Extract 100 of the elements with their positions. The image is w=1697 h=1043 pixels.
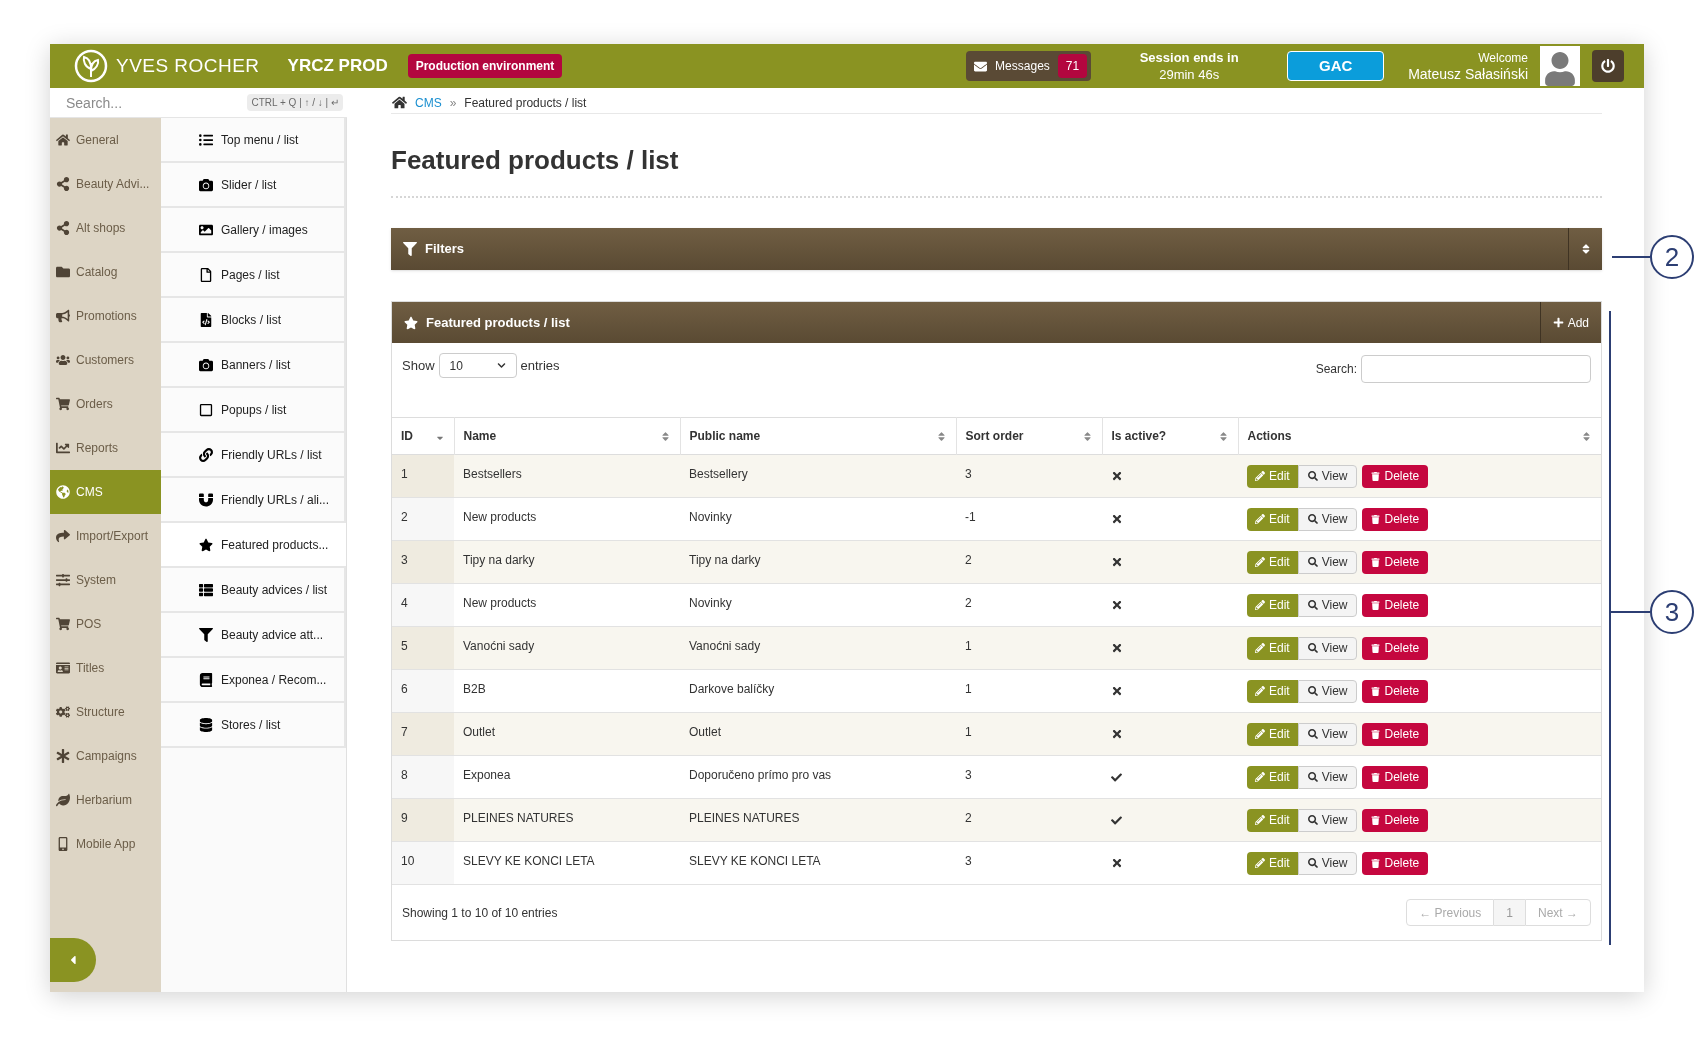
leader-line	[1611, 611, 1650, 613]
submenu-item[interactable]: Featured products...	[161, 523, 346, 568]
trash-icon	[1371, 772, 1381, 782]
view-button[interactable]: View	[1297, 593, 1358, 617]
avatar-icon	[1540, 46, 1580, 86]
submenu-item[interactable]: Stores / list	[161, 703, 346, 748]
submenu-item[interactable]: Popups / list	[161, 388, 346, 433]
submenu-item[interactable]: Beauty advices / list	[161, 568, 346, 613]
table-cell: Outlet	[680, 712, 956, 756]
gears-icon	[56, 705, 70, 719]
table-cell: 9	[392, 798, 454, 842]
power-button[interactable]	[1592, 50, 1624, 82]
menu-item[interactable]: Mobile App	[50, 822, 161, 866]
table-cell: Bestsellers	[454, 454, 680, 498]
cart-icon	[56, 397, 70, 411]
asterisk-icon	[56, 749, 70, 763]
table-cell: 3	[956, 454, 1102, 498]
column-header[interactable]: Name	[454, 417, 680, 455]
breadcrumb-current: Featured products / list	[464, 94, 587, 112]
breadcrumb-separator: »	[449, 94, 457, 112]
delete-button[interactable]: Delete	[1362, 765, 1429, 789]
edit-button[interactable]: Edit	[1247, 808, 1298, 832]
column-header[interactable]: Is active?	[1102, 417, 1238, 455]
search-icon	[1307, 815, 1318, 825]
column-header[interactable]: Actions	[1238, 417, 1601, 455]
view-button[interactable]: View	[1297, 464, 1358, 488]
add-button[interactable]: Add	[1539, 302, 1601, 343]
table-cell: 2	[392, 497, 454, 541]
edit-button[interactable]: Edit	[1247, 679, 1298, 703]
breadcrumb-link[interactable]: CMS	[415, 93, 442, 112]
submenu-item[interactable]: Pages / list	[161, 253, 346, 298]
menu-item[interactable]: Titles	[50, 646, 161, 690]
view-button[interactable]: View	[1297, 550, 1358, 574]
page-size-select[interactable]: 10	[438, 353, 517, 378]
delete-button[interactable]: Delete	[1362, 851, 1429, 875]
menu-item[interactable]: POS	[50, 602, 161, 646]
view-button[interactable]: View	[1297, 679, 1358, 703]
view-button[interactable]: View	[1297, 507, 1358, 531]
column-header[interactable]: Sort order	[956, 417, 1102, 455]
menu-item[interactable]: Import/Export	[50, 514, 161, 558]
pencil-icon	[1255, 471, 1265, 481]
view-button[interactable]: View	[1297, 851, 1358, 875]
edit-button[interactable]: Edit	[1247, 851, 1298, 875]
edit-button[interactable]: Edit	[1247, 550, 1298, 574]
delete-button[interactable]: Delete	[1362, 636, 1429, 660]
delete-button[interactable]: Delete	[1362, 550, 1429, 574]
messages-button[interactable]: Messages 71	[966, 51, 1092, 81]
menu-item[interactable]: Herbarium	[50, 778, 161, 822]
pencil-icon	[1255, 729, 1265, 739]
search-field[interactable]	[1361, 355, 1591, 383]
submenu-item[interactable]: Slider / list	[161, 163, 346, 208]
table-cell: 7	[392, 712, 454, 756]
submenu-item[interactable]: Banners / list	[161, 343, 346, 388]
user-name: Mateusz Sałasiński	[1408, 66, 1528, 82]
search-icon	[1307, 643, 1318, 653]
submenu-item[interactable]: Gallery / images	[161, 208, 346, 253]
column-header[interactable]: ID	[392, 417, 454, 455]
edit-button[interactable]: Edit	[1247, 464, 1298, 488]
delete-button[interactable]: Delete	[1362, 464, 1429, 488]
delete-button[interactable]: Delete	[1362, 507, 1429, 531]
view-button[interactable]: View	[1297, 722, 1358, 746]
search-icon	[1307, 600, 1318, 610]
trash-icon	[1371, 858, 1381, 868]
delete-button[interactable]: Delete	[1362, 808, 1429, 832]
menu-item[interactable]: Orders	[50, 382, 161, 426]
table-cell: Tipy na darky	[680, 540, 956, 584]
menu-item[interactable]: General	[50, 118, 161, 162]
view-button[interactable]: View	[1297, 808, 1358, 832]
menu-item[interactable]: Catalog	[50, 250, 161, 294]
menu-item[interactable]: Beauty Advi...	[50, 162, 161, 206]
column-header[interactable]: Public name	[680, 417, 956, 455]
view-button[interactable]: View	[1297, 636, 1358, 660]
menu-item[interactable]: Structure	[50, 690, 161, 734]
delete-button[interactable]: Delete	[1362, 722, 1429, 746]
submenu-item[interactable]: Friendly URLs / list	[161, 433, 346, 478]
submenu-item[interactable]: Friendly URLs / ali...	[161, 478, 346, 523]
filters-panel[interactable]: Filters	[391, 228, 1602, 270]
edit-button[interactable]: Edit	[1247, 593, 1298, 617]
submenu-item[interactable]: Exponea / Recom...	[161, 658, 346, 703]
menu-item[interactable]: System	[50, 558, 161, 602]
edit-button[interactable]: Edit	[1247, 765, 1298, 789]
menu-item[interactable]: Alt shops	[50, 206, 161, 250]
menu-item[interactable]: Campaigns	[50, 734, 161, 778]
edit-button[interactable]: Edit	[1247, 636, 1298, 660]
submenu-item[interactable]: Top menu / list	[161, 118, 346, 163]
delete-button[interactable]: Delete	[1362, 593, 1429, 617]
store-button[interactable]: GAC	[1287, 51, 1385, 81]
edit-button[interactable]: Edit	[1247, 507, 1298, 531]
leaf-logo-icon	[74, 49, 108, 83]
menu-item[interactable]: Customers	[50, 338, 161, 382]
table-cell: 1	[956, 626, 1102, 670]
edit-button[interactable]: Edit	[1247, 722, 1298, 746]
menu-item[interactable]: Promotions	[50, 294, 161, 338]
pencil-icon	[1255, 858, 1265, 868]
menu-item[interactable]: Reports	[50, 426, 161, 470]
submenu-item[interactable]: Beauty advice att...	[161, 613, 346, 658]
menu-item[interactable]: CMS	[50, 470, 161, 514]
view-button[interactable]: View	[1297, 765, 1358, 789]
delete-button[interactable]: Delete	[1362, 679, 1429, 703]
submenu-item[interactable]: Blocks / list	[161, 298, 346, 343]
